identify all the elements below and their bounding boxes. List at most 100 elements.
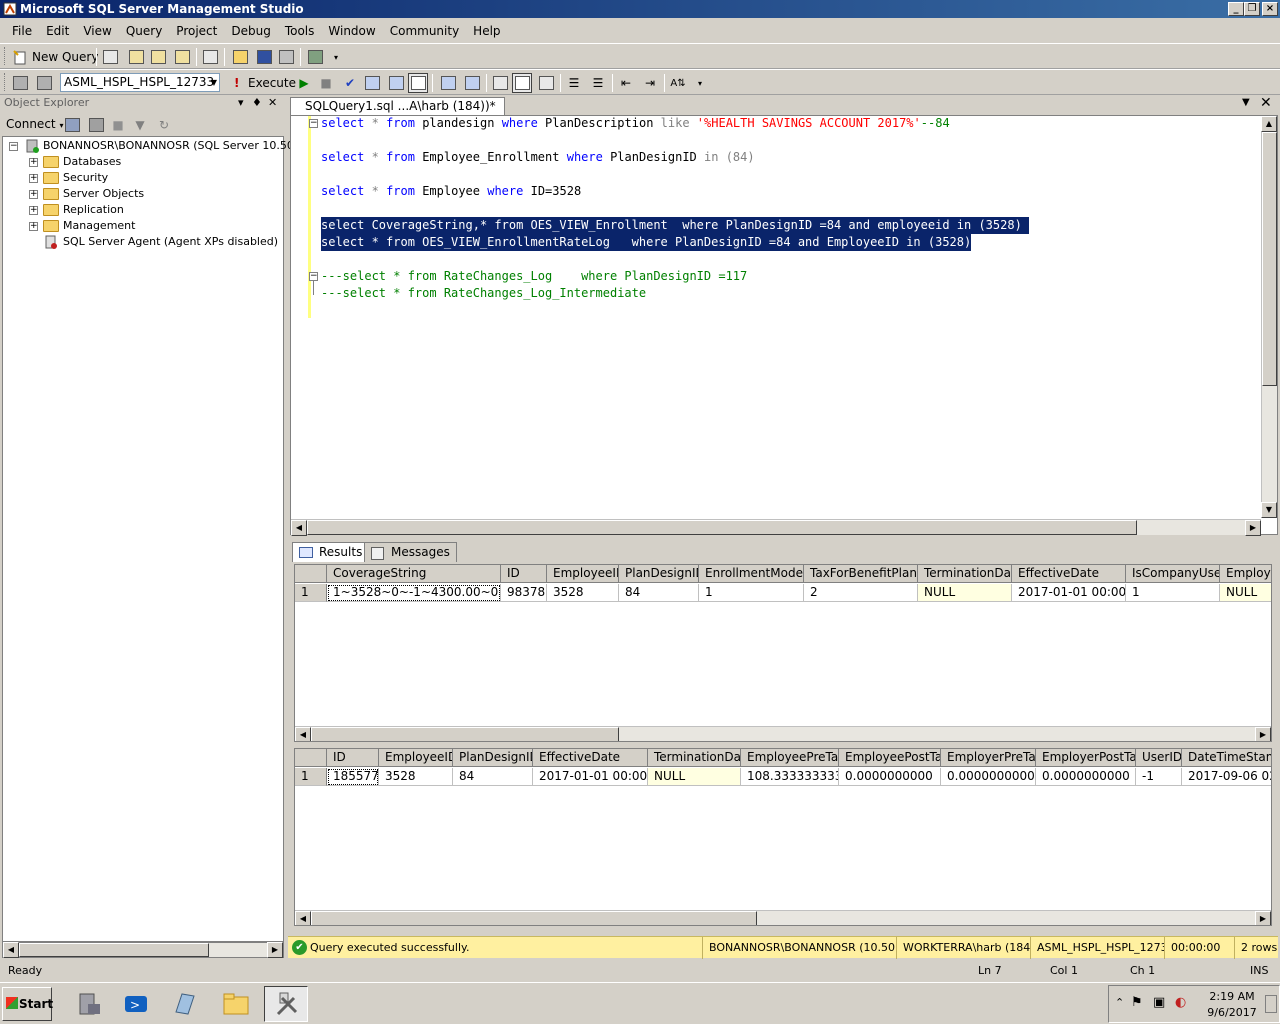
- tab-sqlquery1[interactable]: SQLQuery1.sql ...A\harb (184))*: [290, 97, 505, 115]
- menu-debug[interactable]: Debug: [224, 20, 277, 42]
- grid-cell-null[interactable]: NULL: [648, 768, 741, 786]
- disconnect-button[interactable]: [34, 73, 54, 93]
- database-select[interactable]: ASML_HSPL_HSPL_12733 ▼: [60, 73, 220, 92]
- grid-cell-null[interactable]: NULL: [1220, 584, 1271, 602]
- grid-cell[interactable]: -1: [1136, 768, 1182, 786]
- grid-cell[interactable]: 0.0000000000: [839, 768, 941, 786]
- action-center-flag-icon[interactable]: ⚑: [1131, 995, 1143, 1010]
- scroll-left-arrow[interactable]: ◀: [295, 911, 311, 925]
- tree-server-node[interactable]: BONANNOSR\BONANNOSR (SQL Server 10.50.16: [25, 138, 311, 154]
- tray-clock-date[interactable]: 9/6/2017: [1205, 1006, 1259, 1019]
- column-header[interactable]: EmployeeID: [379, 749, 453, 767]
- grid1-hscroll-thumb[interactable]: [311, 727, 619, 741]
- query-designer-button[interactable]: [386, 73, 406, 93]
- grid-cell[interactable]: 2017-09-06 02:13: [1182, 768, 1271, 786]
- row-number[interactable]: 1: [295, 768, 327, 786]
- toolbar-grip[interactable]: [4, 47, 7, 65]
- column-header[interactable]: IsCompanyUser: [1126, 565, 1220, 583]
- scroll-thumb[interactable]: [19, 943, 209, 957]
- tree-node-security[interactable]: Security: [43, 170, 108, 186]
- column-header[interactable]: EmployeeID: [547, 565, 619, 583]
- menu-window[interactable]: Window: [321, 20, 382, 42]
- volume-muted-icon[interactable]: ◐: [1175, 995, 1186, 1010]
- column-header[interactable]: PlanDesignID: [453, 749, 533, 767]
- specify-template-values-button[interactable]: A⇅: [668, 73, 688, 93]
- sql-editor[interactable]: − select * from plandesign where PlanDes…: [290, 115, 1278, 536]
- include-actual-plan-button[interactable]: [438, 73, 458, 93]
- tree-node-management[interactable]: Management: [43, 218, 135, 234]
- results-to-text-button[interactable]: [490, 73, 510, 93]
- menu-tools[interactable]: Tools: [278, 20, 322, 42]
- minimize-button[interactable]: _: [1228, 2, 1244, 16]
- scroll-left-arrow[interactable]: ◀: [295, 727, 311, 741]
- menu-query[interactable]: Query: [119, 20, 169, 42]
- column-header[interactable]: UserID: [1136, 749, 1182, 767]
- results-grid-toggle-button[interactable]: [512, 73, 532, 93]
- pin-icon[interactable]: ♦: [252, 95, 262, 111]
- column-header[interactable]: EmployeePostTax: [839, 749, 941, 767]
- grid-cell-null[interactable]: NULL: [918, 584, 1012, 602]
- activity-monitor-button[interactable]: [305, 47, 325, 67]
- column-header[interactable]: DateTimeStamp: [1182, 749, 1271, 767]
- scroll-right-arrow[interactable]: ▶: [1255, 911, 1271, 925]
- hscroll-thumb[interactable]: [307, 520, 1137, 535]
- collapse-region-2[interactable]: −: [309, 272, 318, 281]
- show-desktop-button[interactable]: [1265, 995, 1277, 1013]
- column-header[interactable]: PlanDesignID: [619, 565, 699, 583]
- taskbar-ssms-active[interactable]: [264, 986, 308, 1022]
- network-icon[interactable]: ▣: [1153, 995, 1165, 1010]
- column-header[interactable]: TaxForBenefitPlanID: [804, 565, 918, 583]
- uncomment-button[interactable]: ☰: [588, 73, 608, 93]
- column-header[interactable]: CoverageString: [327, 565, 501, 583]
- sql-compact-query-button[interactable]: [200, 47, 220, 67]
- menu-file[interactable]: File: [0, 20, 39, 42]
- grid-cell[interactable]: 108.3333333333: [741, 768, 839, 786]
- tab-messages[interactable]: Messages: [364, 542, 457, 562]
- oe-refresh-button[interactable]: ↻: [154, 115, 174, 135]
- grid-cell[interactable]: 3528: [379, 768, 453, 786]
- grid2-hscroll[interactable]: ◀ ▶: [295, 910, 1271, 925]
- new-query-button[interactable]: New Query: [12, 47, 98, 67]
- dropdown-icon[interactable]: ▾: [238, 95, 244, 111]
- connect-dropdown[interactable]: Connect ▾: [6, 116, 63, 134]
- grid-cell[interactable]: 2017-01-01 00:00:00: [1012, 584, 1126, 602]
- analysis-dmx-query-button[interactable]: [148, 47, 168, 67]
- grid-cell[interactable]: 84: [453, 768, 533, 786]
- column-header[interactable]: EffectiveDate: [1012, 565, 1126, 583]
- tray-clock-time[interactable]: 2:19 AM: [1205, 990, 1259, 1003]
- results-grid-1[interactable]: CoverageString ID EmployeeID PlanDesignI…: [294, 564, 1272, 742]
- grid-cell[interactable]: 2: [804, 584, 918, 602]
- scroll-down-arrow[interactable]: ▼: [1261, 502, 1277, 518]
- oe-filter-button[interactable]: ▼: [130, 115, 150, 135]
- show-hidden-icons[interactable]: ⌃: [1115, 996, 1124, 1009]
- display-estimated-plan-button[interactable]: [362, 73, 382, 93]
- grid-cell[interactable]: 1~3528~0~-1~4300.00~0~-1~1: [327, 584, 501, 602]
- analysis-mdx-query-button[interactable]: [126, 47, 146, 67]
- column-header[interactable]: TerminationDate: [648, 749, 741, 767]
- grid1-hscroll[interactable]: ◀ ▶: [295, 726, 1271, 741]
- close-button[interactable]: ×: [1262, 2, 1278, 16]
- taskbar-explorer-shortcut[interactable]: [162, 986, 206, 1022]
- expand-security-toggle[interactable]: +: [29, 174, 38, 183]
- toolbar2-options-chevron[interactable]: ▾: [690, 73, 710, 93]
- analysis-xmla-query-button[interactable]: [172, 47, 192, 67]
- column-header[interactable]: EmployerPreTax: [941, 749, 1036, 767]
- menu-project[interactable]: Project: [169, 20, 224, 42]
- scroll-left-arrow[interactable]: ◀: [291, 520, 307, 536]
- grid-cell[interactable]: 98378: [501, 584, 547, 602]
- column-header[interactable]: Employee: [1220, 565, 1271, 583]
- taskbar-server-manager[interactable]: [66, 986, 110, 1022]
- taskbar-powershell[interactable]: >: [114, 986, 158, 1022]
- decrease-indent-button[interactable]: ⇤: [616, 73, 636, 93]
- menu-help[interactable]: Help: [466, 20, 507, 42]
- open-file-button[interactable]: [230, 47, 250, 67]
- expand-replication-toggle[interactable]: +: [29, 206, 38, 215]
- column-header[interactable]: ID: [327, 749, 379, 767]
- expand-management-toggle[interactable]: +: [29, 222, 38, 231]
- scroll-right-arrow[interactable]: ▶: [1245, 520, 1261, 536]
- toolbar-grip-2[interactable]: [4, 73, 7, 91]
- grid-cell[interactable]: 2017-01-01 00:00:00: [533, 768, 648, 786]
- column-header[interactable]: EffectiveDate: [533, 749, 648, 767]
- row-number[interactable]: 1: [295, 584, 327, 602]
- scroll-right-arrow[interactable]: ▶: [1255, 727, 1271, 741]
